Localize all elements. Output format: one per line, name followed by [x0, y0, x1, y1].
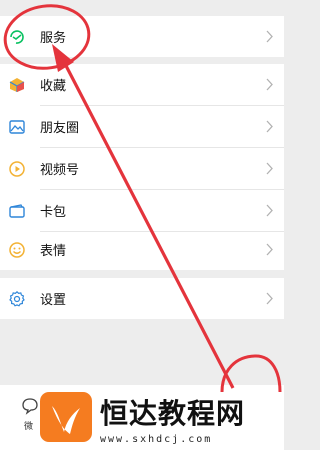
- chevron-right-icon: [266, 243, 273, 256]
- tab-chat-label[interactable]: 微: [24, 419, 33, 432]
- menu-item-label: 设置: [40, 293, 67, 308]
- top-spacer: [0, 0, 284, 12]
- sticker-icon: [9, 242, 25, 258]
- menu-item-service[interactable]: 服务: [0, 16, 284, 57]
- watermark-logo-mark: [52, 406, 80, 434]
- menu-item-label: 表情: [40, 244, 67, 259]
- chat-tab-icon[interactable]: [22, 397, 38, 417]
- menu-group-settings: 设置: [0, 278, 284, 319]
- settings-icon: [9, 290, 25, 307]
- menu-item-favorites[interactable]: 收藏: [0, 64, 284, 105]
- menu-item-label: 收藏: [40, 79, 67, 94]
- card-wallet-icon: [9, 204, 25, 218]
- favorites-icon: [9, 78, 25, 92]
- service-icon: [10, 30, 24, 44]
- watermark-url: www.sxhdcj.com: [100, 434, 213, 445]
- menu-item-moments[interactable]: 朋友圈: [0, 106, 284, 147]
- chevron-right-icon: [266, 292, 273, 305]
- menu-item-channels[interactable]: 视频号: [0, 148, 284, 189]
- chevron-right-icon: [266, 30, 273, 43]
- menu-item-label: 服务: [40, 31, 67, 46]
- menu-group-main: 收藏 朋友圈 视频号 卡包 表情: [0, 64, 284, 270]
- menu-item-settings[interactable]: 设置: [0, 278, 284, 319]
- menu-group-services: 服务: [0, 16, 284, 57]
- menu-item-label: 视频号: [40, 163, 80, 178]
- watermark-logo: [40, 392, 92, 442]
- menu-item-card-wallet[interactable]: 卡包: [0, 190, 284, 231]
- menu-item-label: 卡包: [40, 205, 67, 220]
- watermark-brand: 恒达教程网: [100, 397, 246, 430]
- moments-icon: [9, 120, 25, 134]
- chevron-right-icon: [266, 204, 273, 217]
- menu-item-stickers[interactable]: 表情: [0, 229, 284, 270]
- chevron-right-icon: [266, 162, 273, 175]
- chevron-right-icon: [266, 120, 273, 133]
- menu-item-label: 朋友圈: [40, 121, 80, 136]
- chevron-right-icon: [266, 78, 273, 91]
- channels-icon: [9, 161, 25, 177]
